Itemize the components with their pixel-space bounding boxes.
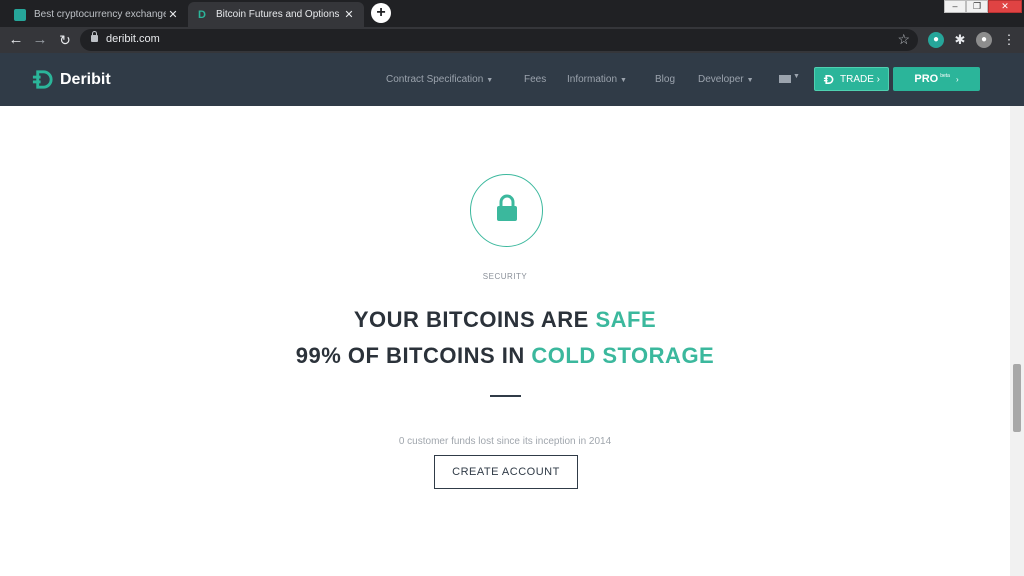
page-scrollbar[interactable] [1010, 106, 1024, 576]
deribit-logo-icon [823, 74, 834, 84]
bookmark-star-icon[interactable]: ☆ [897, 31, 910, 48]
site-header: Deribit Contract Specification ▼ Fees Inf… [0, 53, 1024, 106]
maximize-window-button[interactable]: ❐ [966, 0, 988, 13]
nav-contract-specification[interactable]: Contract Specification ▼ [386, 74, 493, 85]
deribit-logo[interactable]: Deribit [31, 68, 111, 91]
nav-fees[interactable]: Fees [524, 74, 546, 85]
new-tab-button[interactable]: + [371, 3, 391, 23]
chevron-down-icon: ▼ [620, 77, 627, 84]
browser-tab-exchanges[interactable]: Best cryptocurrency exchanges ✕ [6, 2, 188, 27]
address-bar[interactable]: deribit.com ☆ [80, 29, 918, 51]
scrollbar-thumb[interactable] [1013, 364, 1021, 432]
security-subtext: 0 customer funds lost since its inceptio… [398, 436, 612, 447]
close-tab-icon[interactable]: ✕ [166, 8, 180, 21]
tab-title: Best cryptocurrency exchanges [34, 9, 166, 20]
headline-line-2: 99% OF BITCOINS IN COLD STORAGE [0, 343, 1010, 369]
browser-toolbar: ← → ↻ deribit.com ☆ ● ✱ ● ⋮ [0, 27, 1024, 53]
headline-line-1: YOUR BITCOINS ARE SAFE [0, 307, 1010, 333]
extensions-puzzle-icon[interactable]: ✱ [952, 32, 968, 48]
extension-icon[interactable]: ● [928, 32, 944, 48]
divider [490, 395, 521, 397]
forward-arrow-icon[interactable]: → [31, 31, 49, 49]
tab-title: Bitcoin Futures and Options Exch [216, 9, 342, 20]
pro-button-label: PRO [914, 73, 939, 85]
security-section: SECURITY YOUR BITCOINS ARE SAFE 99% OF B… [0, 106, 1010, 576]
nav-label: Developer [698, 74, 744, 85]
lock-icon [497, 194, 517, 221]
chevron-down-icon[interactable]: ▼ [793, 73, 800, 80]
close-tab-icon[interactable]: ✕ [342, 8, 356, 21]
nav-label: Contract Specification [386, 74, 484, 85]
close-window-button[interactable]: ✕ [988, 0, 1022, 13]
create-account-button[interactable]: CREATE ACCOUNT [434, 455, 578, 489]
beta-badge: beta [940, 73, 950, 79]
profile-avatar-icon[interactable]: ● [976, 32, 992, 48]
headline-accent: SAFE [595, 307, 657, 332]
headline-text: 99% OF BITCOINS IN [295, 343, 532, 368]
browser-menu-icon[interactable]: ⋮ [1001, 32, 1017, 48]
logo-text: Deribit [60, 70, 111, 88]
nav-label: Blog [655, 74, 676, 85]
document-icon [14, 8, 26, 21]
minimize-window-button[interactable]: – [944, 0, 966, 13]
address-url[interactable]: deribit.com [106, 33, 160, 45]
deribit-logo-icon [32, 70, 53, 89]
section-label: SECURITY [482, 272, 528, 281]
reload-icon[interactable]: ↻ [56, 31, 74, 49]
security-badge [470, 174, 543, 247]
back-arrow-icon[interactable]: ← [7, 31, 25, 49]
nav-information[interactable]: Information ▼ [567, 74, 627, 85]
headline-accent: COLD STORAGE [531, 343, 715, 368]
trade-button[interactable]: TRADE › [814, 67, 889, 91]
chevron-down-icon: ▼ [486, 77, 494, 84]
pro-button[interactable]: PRO beta › [893, 67, 980, 91]
nav-blog[interactable]: Blog [655, 74, 675, 85]
nav-developer[interactable]: Developer ▼ [698, 74, 754, 85]
secure-lock-icon[interactable] [91, 31, 98, 42]
chevron-right-icon: › [955, 74, 959, 84]
chevron-down-icon: ▼ [746, 77, 754, 84]
language-flag-icon[interactable] [779, 75, 791, 83]
trade-button-label: TRADE › [840, 73, 880, 85]
nav-label: Fees [524, 74, 547, 85]
nav-label: Information [567, 74, 618, 85]
headline-text: YOUR BITCOINS ARE [353, 307, 596, 332]
browser-tab-deribit[interactable]: D Bitcoin Futures and Options Exch ✕ [188, 2, 364, 27]
browser-tab-strip: Best cryptocurrency exchanges ✕ D Bitcoi… [0, 0, 1024, 27]
deribit-favicon-icon: D [198, 8, 206, 21]
